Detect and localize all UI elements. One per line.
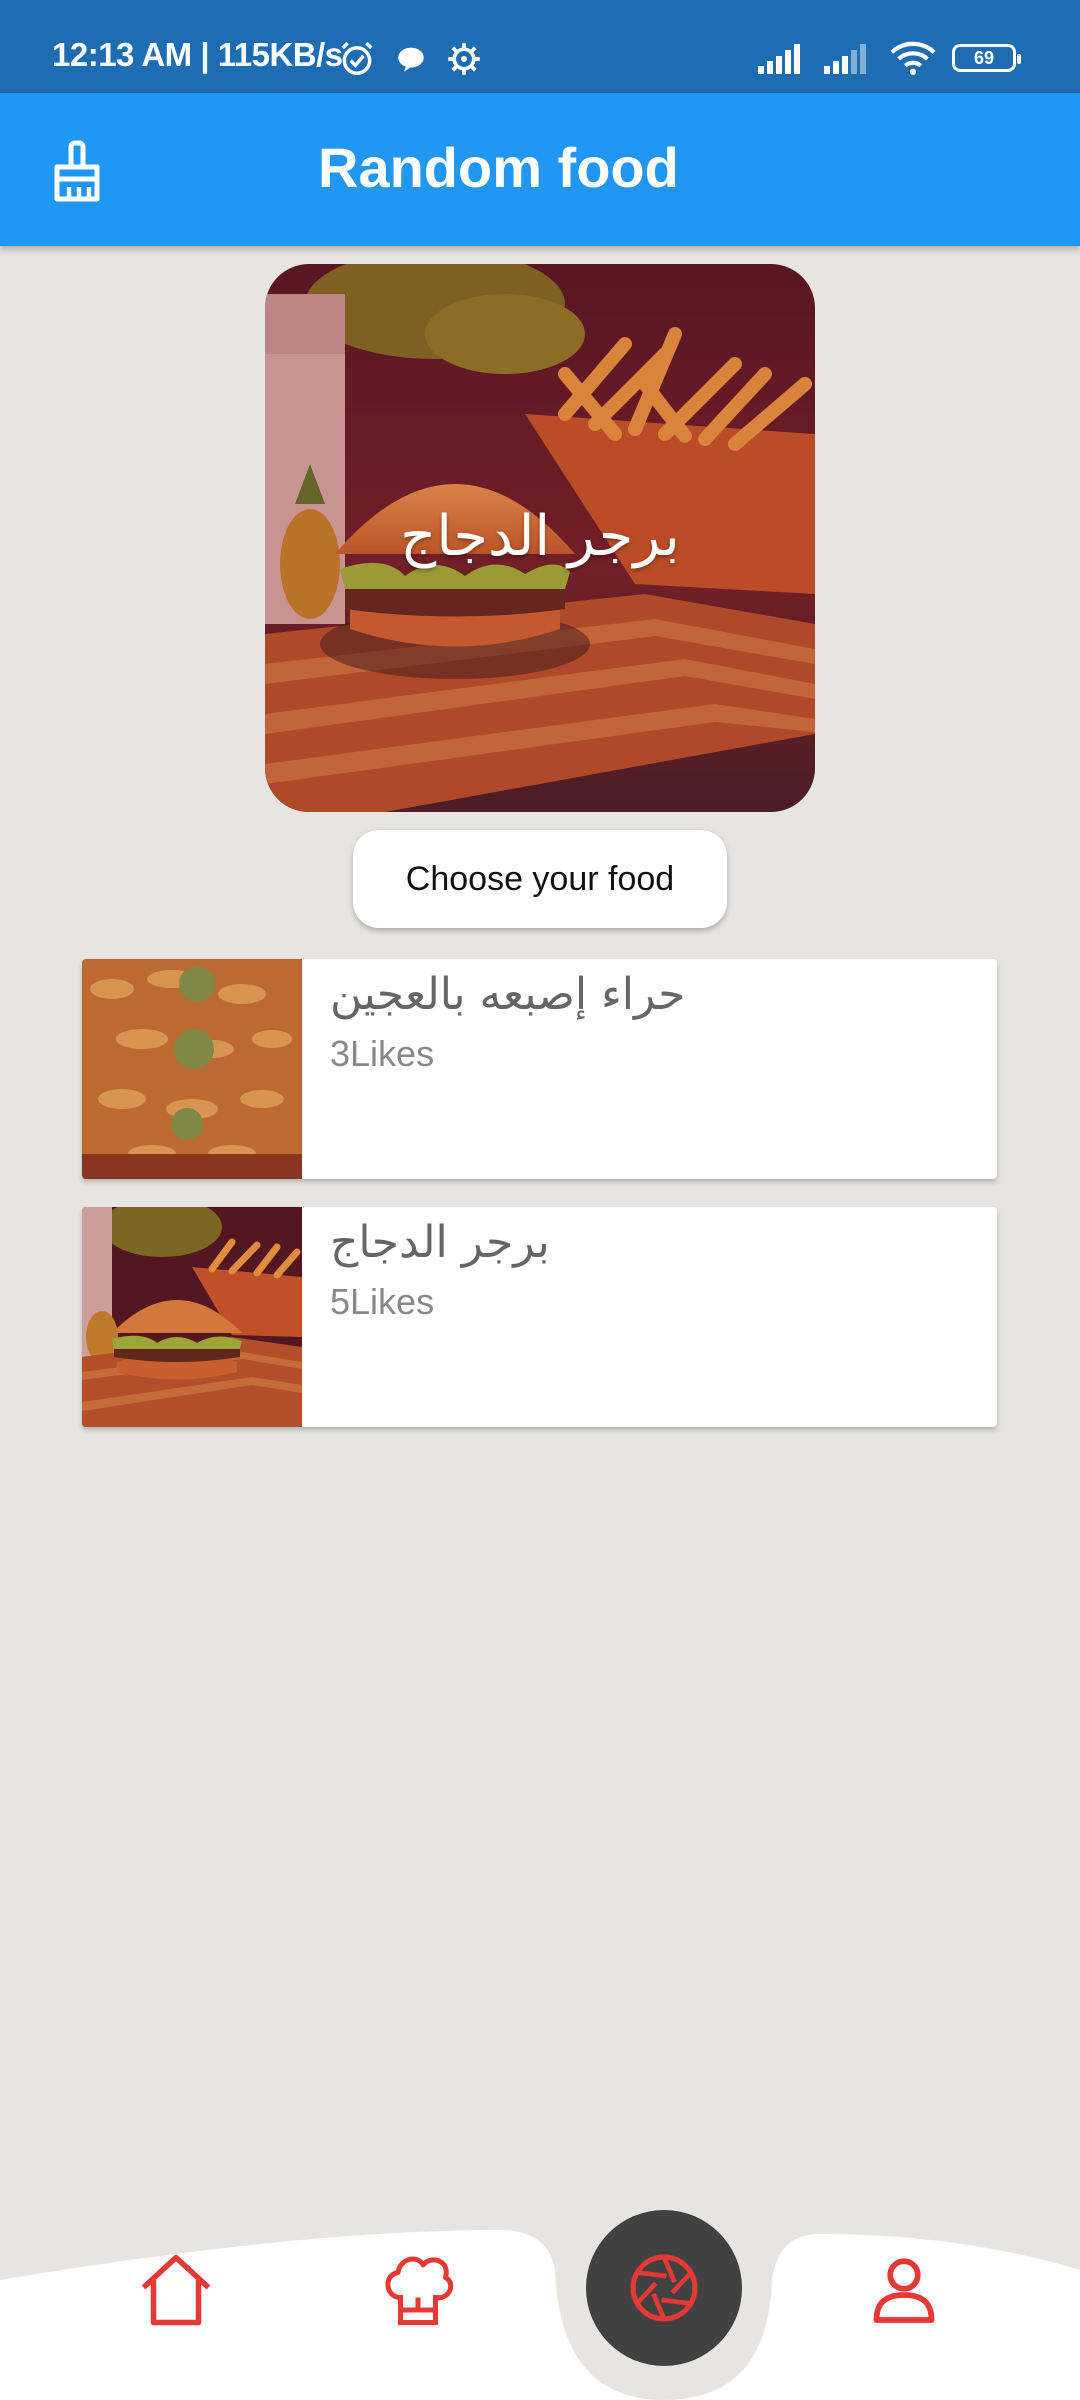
chef-hat-icon[interactable]	[378, 2250, 458, 2330]
food-likes: 5Likes	[330, 1281, 435, 1322]
food-list-item[interactable]: حراء إصبعه بالعجين 3Likes	[82, 959, 997, 1179]
food-name: برجر الدجاج	[330, 1217, 550, 1268]
status-bar: 12:13 AM | 115KB/s 69	[0, 0, 1080, 93]
signal-strength-2-icon	[824, 44, 866, 74]
page-title: Random food	[318, 136, 679, 199]
battery-level: 69	[973, 47, 995, 68]
random-food-button[interactable]	[586, 2210, 742, 2366]
battery-indicator: 69	[952, 44, 1021, 72]
settings-gear-icon	[448, 43, 480, 75]
choose-food-button[interactable]: Choose your food	[353, 830, 727, 928]
status-icons-right: 69	[758, 40, 1021, 76]
food-thumbnail	[82, 1207, 302, 1427]
profile-icon[interactable]	[864, 2250, 944, 2330]
hero-food-title: برجر الدجاج	[400, 504, 680, 569]
food-thumbnail	[82, 959, 302, 1179]
chat-bubble-icon	[398, 47, 424, 72]
app-bar: Random food	[0, 93, 1080, 246]
food-name: حراء إصبعه بالعجين	[330, 969, 686, 1020]
broom-icon[interactable]	[45, 139, 109, 203]
status-icons-left	[338, 40, 482, 78]
wifi-icon	[890, 41, 936, 75]
alarm-icon	[341, 41, 373, 75]
signal-strength-icon	[758, 44, 800, 74]
shutter-icon	[630, 2254, 698, 2322]
status-time: 12:13 AM | 115KB/s	[52, 36, 343, 73]
food-likes: 3Likes	[330, 1033, 435, 1074]
food-list-item[interactable]: برجر الدجاج 5Likes	[82, 1207, 997, 1427]
home-icon[interactable]	[136, 2250, 216, 2330]
hero-food-card[interactable]: برجر الدجاج	[265, 264, 815, 812]
